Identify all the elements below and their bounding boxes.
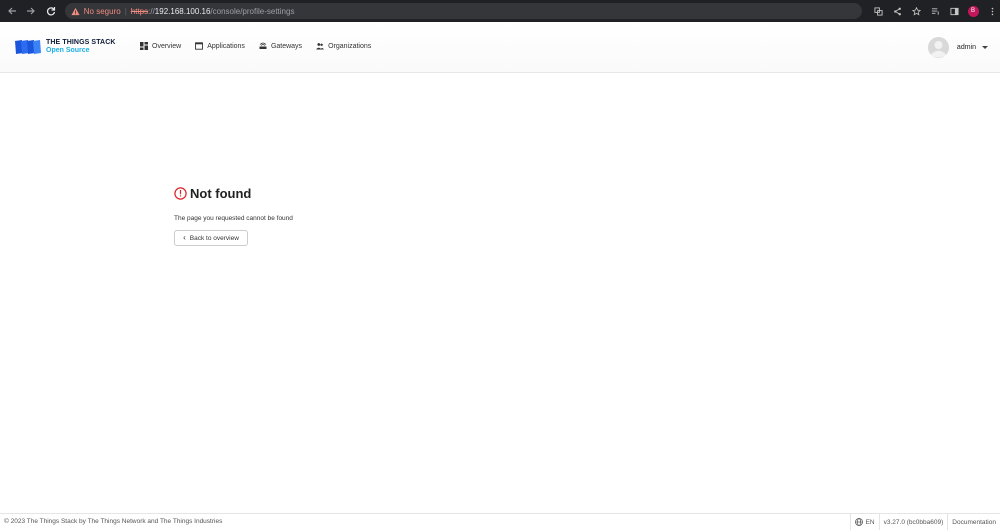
nav-applications-label: Applications	[207, 42, 245, 50]
not-found-panel: Not found The page you requested cannot …	[174, 186, 293, 246]
error-icon	[174, 187, 187, 200]
language-label: EN	[865, 518, 875, 526]
url-scheme-separator: ://	[148, 6, 155, 16]
caret-down-icon	[982, 46, 988, 49]
window-icon	[195, 42, 204, 50]
kebab-menu-icon[interactable]	[984, 3, 1000, 19]
nav-overview[interactable]: Overview	[140, 42, 181, 50]
media-playlist-icon[interactable]	[927, 3, 943, 19]
people-icon	[316, 43, 325, 50]
error-message: The page you requested cannot be found	[174, 215, 293, 222]
router-icon	[259, 42, 267, 49]
app-header: THE THINGS STACK Open Source Overview Ap…	[0, 22, 1000, 73]
brand-logo[interactable]: THE THINGS STACK Open Source	[14, 39, 116, 55]
not-secure-label[interactable]: No seguro	[84, 7, 121, 16]
reload-icon[interactable]	[43, 3, 59, 19]
url-path: /console/profile-settings	[210, 6, 295, 16]
nav-gateways-label: Gateways	[270, 42, 303, 50]
nav-gateways[interactable]: Gateways	[259, 42, 302, 50]
warning-triangle-icon	[71, 7, 80, 16]
back-to-overview-button[interactable]: ‹ Back to overview	[174, 230, 248, 246]
chevron-left-icon: ‹	[183, 233, 186, 242]
logo-subtitle: Open Source	[46, 47, 90, 54]
default-avatar-icon	[927, 37, 949, 58]
address-bar[interactable]: No seguro | https :// 192.168.100.16 /co…	[64, 3, 863, 19]
back-arrow-icon[interactable]	[4, 3, 20, 19]
nav-organizations[interactable]: Organizations	[316, 42, 371, 50]
url-host: 192.168.100.16	[154, 6, 211, 16]
page-footer: © 2023 The Things Stack by The Things Ne…	[0, 513, 1000, 530]
version-info: v3.27.0 (bc0bba609)	[878, 514, 948, 530]
grid-icon	[140, 42, 148, 50]
address-separator: |	[124, 6, 127, 16]
nav-overview-label: Overview	[152, 42, 182, 50]
nav-organizations-label: Organizations	[328, 42, 372, 50]
bookmark-star-icon[interactable]	[908, 3, 924, 19]
globe-icon	[854, 518, 863, 526]
translate-icon[interactable]	[870, 3, 886, 19]
profile-initial: B	[967, 5, 979, 17]
side-panel-icon[interactable]	[946, 3, 962, 19]
documentation-link[interactable]: Documentation	[947, 514, 1000, 530]
username: admin	[956, 44, 976, 51]
the-things-stack-logo-icon	[15, 40, 41, 54]
footer-copyright: © 2023 The Things Stack by The Things Ne…	[4, 518, 223, 525]
documentation-label: Documentation	[952, 518, 996, 526]
user-menu[interactable]: admin	[927, 37, 988, 58]
language-selector[interactable]: EN	[849, 514, 879, 530]
share-icon[interactable]	[889, 3, 905, 19]
version-label: v3.27.0 (bc0bba609)	[883, 518, 944, 526]
browser-toolbar: No seguro | https :// 192.168.100.16 /co…	[0, 0, 1000, 22]
page-title: Not found	[190, 186, 252, 201]
user-avatar	[927, 37, 949, 58]
main-navigation: Overview Applications Gateways Organizat…	[140, 42, 385, 50]
nav-applications[interactable]: Applications	[195, 42, 245, 50]
profile-avatar-icon[interactable]: B	[965, 3, 981, 19]
logo-title: THE THINGS STACK	[46, 39, 116, 46]
forward-arrow-icon[interactable]	[24, 3, 40, 19]
back-to-overview-label: Back to overview	[189, 234, 239, 242]
url-scheme: https	[130, 6, 149, 16]
